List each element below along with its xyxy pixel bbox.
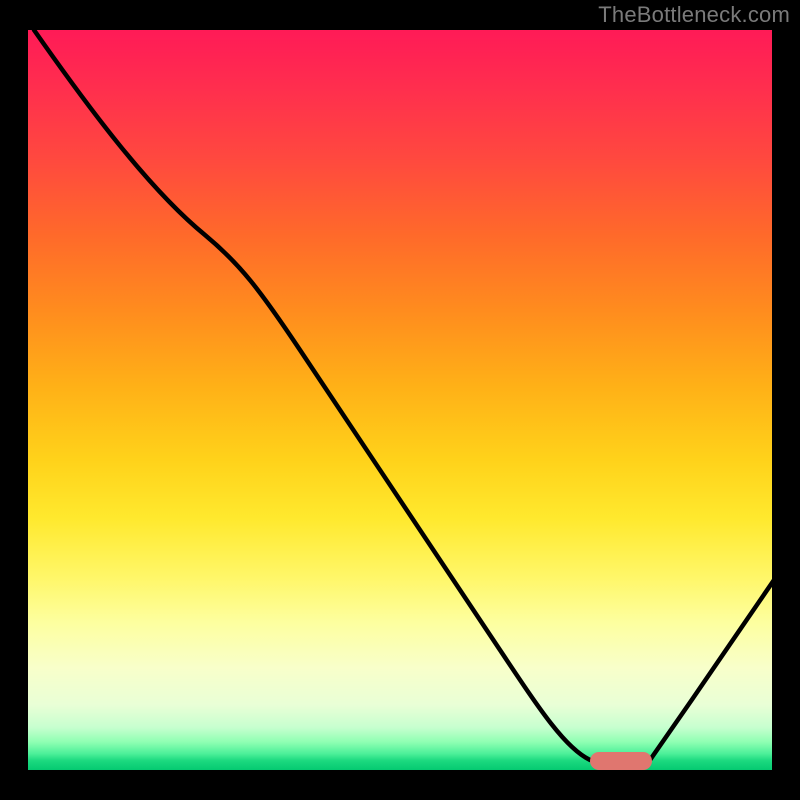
- chart-overlay: [0, 0, 800, 800]
- chart-frame: TheBottleneck.com: [0, 0, 800, 800]
- optimal-zone-marker: [590, 752, 652, 770]
- plot-border: [26, 28, 774, 772]
- bottleneck-curve-line: [34, 30, 774, 760]
